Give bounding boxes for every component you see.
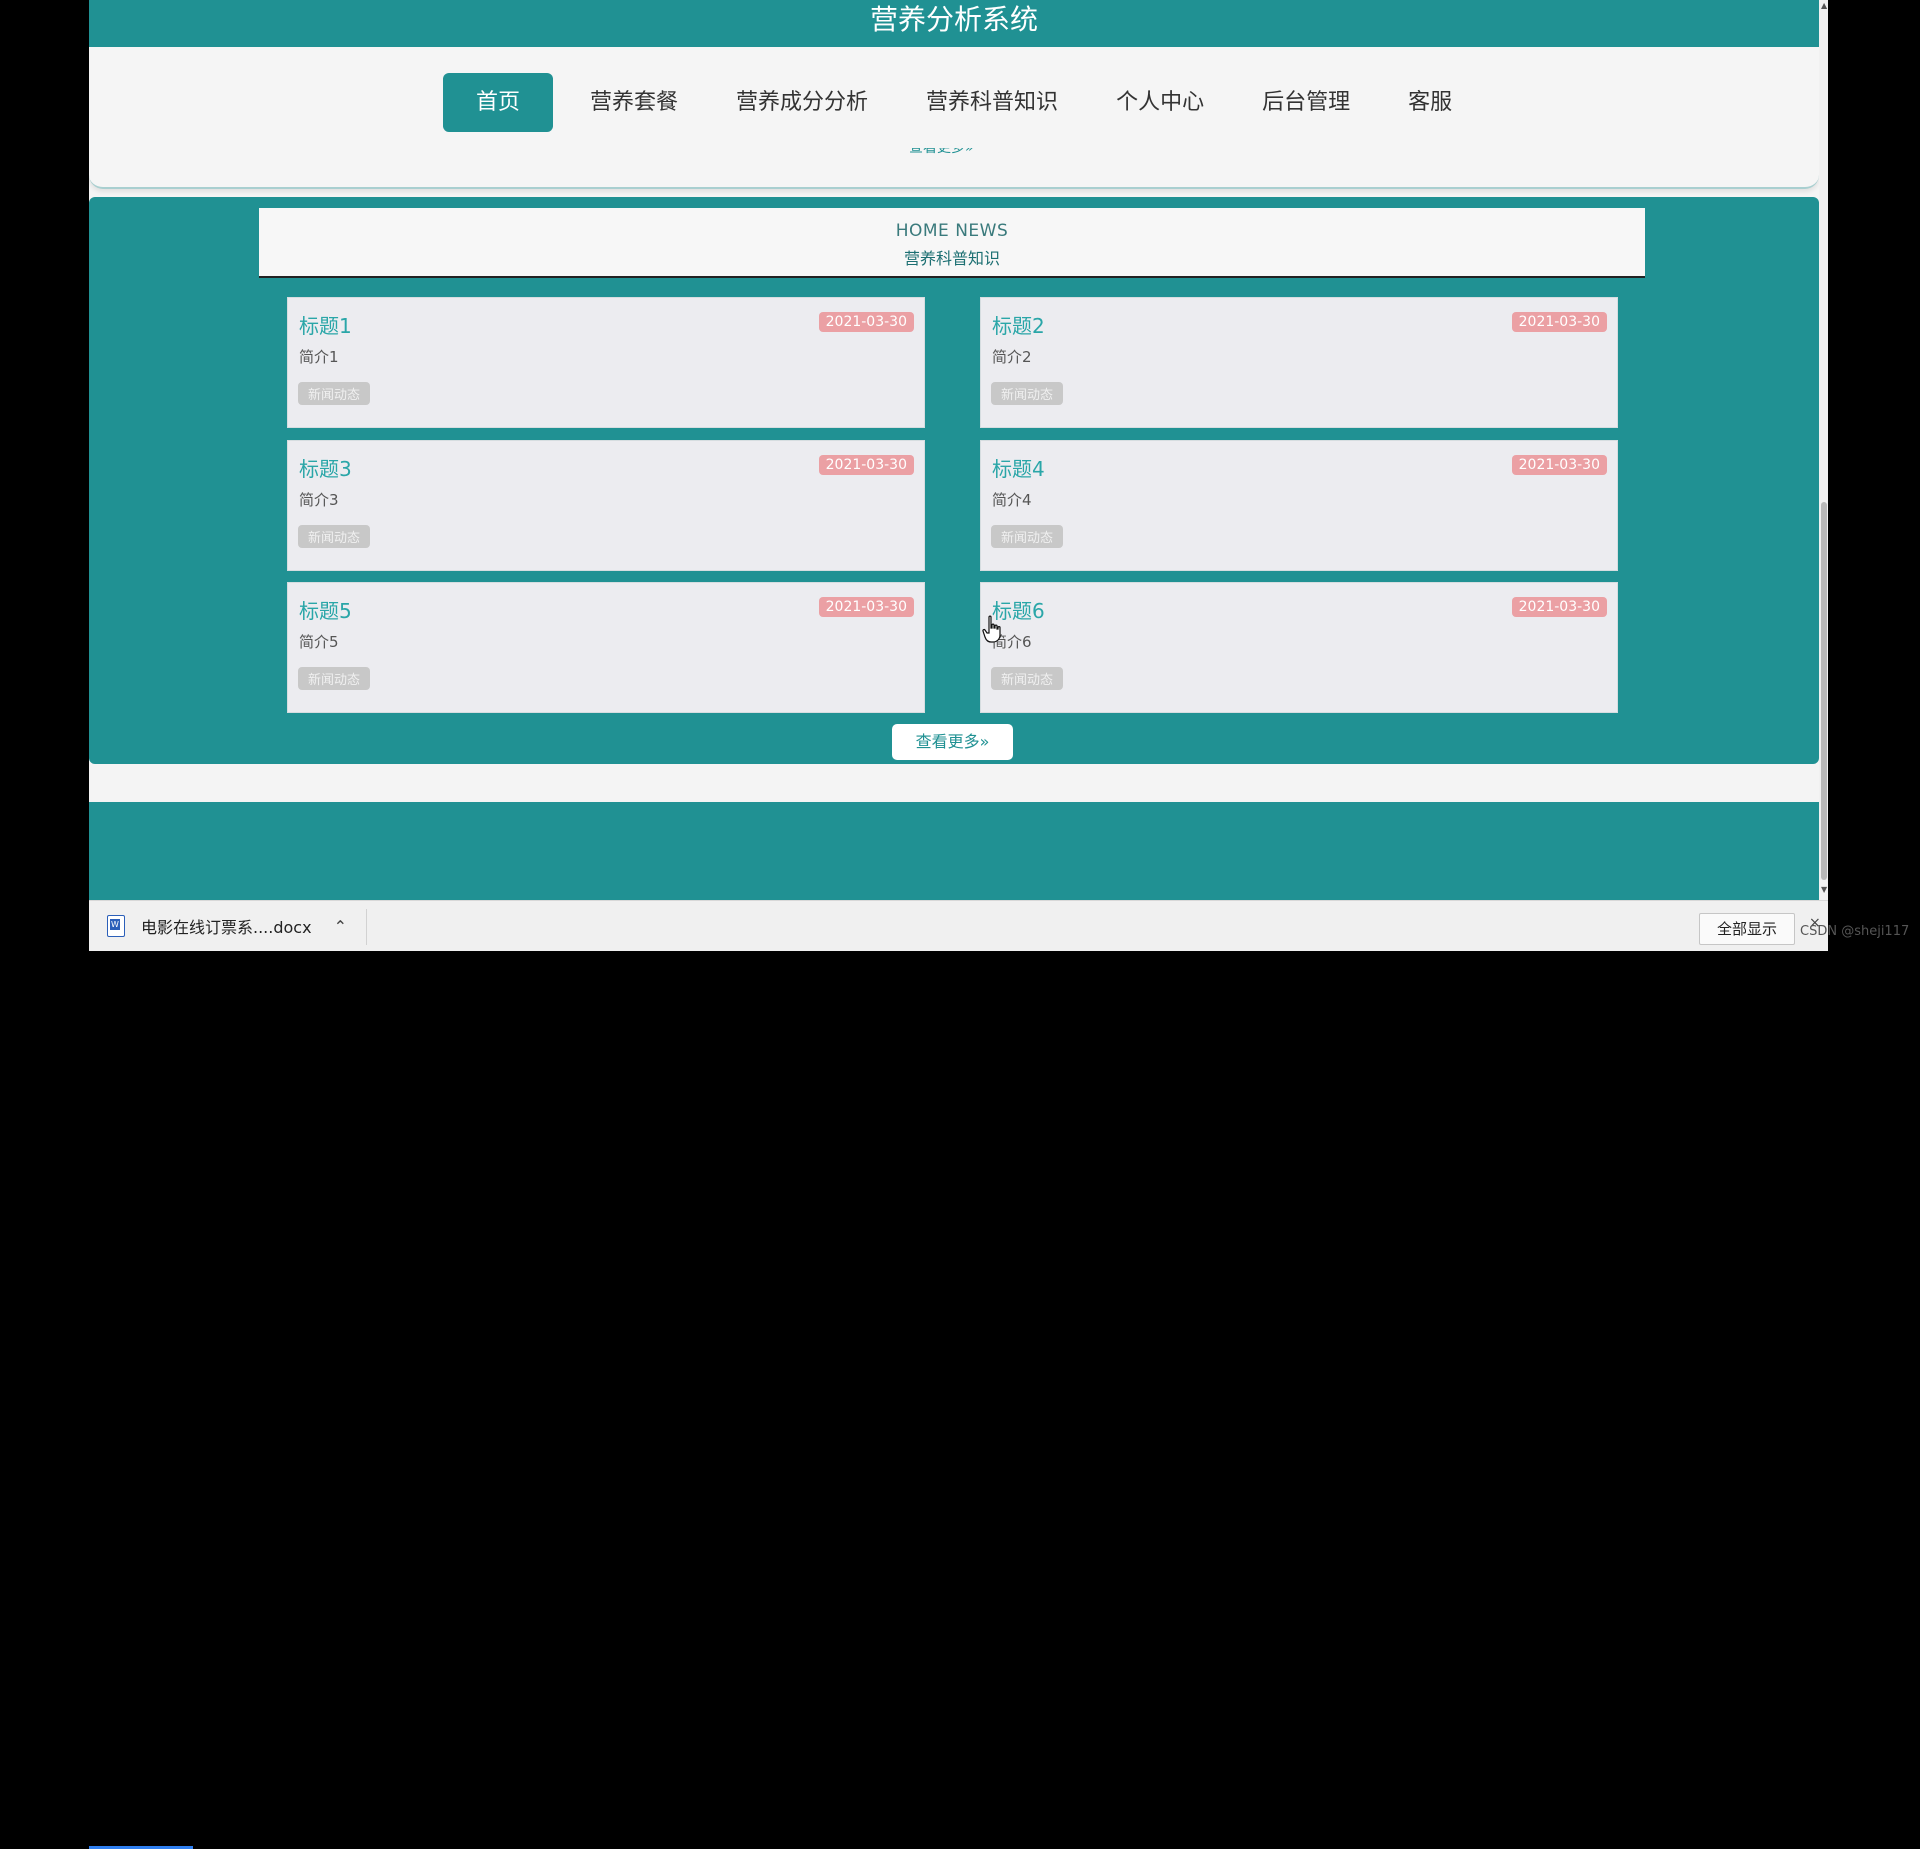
divider [366, 909, 367, 945]
news-header: HOME NEWS 营养科普知识 [259, 208, 1645, 278]
news-card-intro: 简介3 [299, 491, 339, 509]
news-card-title[interactable]: 标题3 [299, 453, 352, 482]
news-card-date: 2021-03-30 [1511, 597, 1607, 617]
chevron-up-icon[interactable]: ⌃ [334, 917, 347, 936]
site-title-bar: 营养分析系统 [89, 0, 1819, 47]
site-title: 营养分析系统 [869, 3, 1038, 36]
footer [89, 802, 1819, 900]
nav-item-admin[interactable]: 后台管理 [1233, 73, 1379, 132]
news-card-date: 2021-03-30 [818, 312, 914, 332]
nav-card: 首页 营养套餐 营养成分分析 营养科普知识 个人中心 后台管理 客服 查看更多» [89, 47, 1819, 189]
news-card-intro: 简介4 [992, 491, 1032, 509]
nav-item-personal-center[interactable]: 个人中心 [1087, 73, 1233, 132]
news-card-tag: 新闻动态 [991, 382, 1064, 405]
news-card-date: 2021-03-30 [1511, 312, 1607, 332]
nav-item-customer-service[interactable]: 客服 [1379, 73, 1481, 132]
scroll-up-arrow-icon[interactable]: ▲ [1821, 1, 1827, 10]
news-section: HOME NEWS 营养科普知识 标题1 2021-03-30 简介1 新闻动态… [89, 197, 1819, 764]
scroll-down-arrow-icon[interactable]: ▼ [1821, 885, 1827, 894]
show-all-button[interactable]: 全部显示 [1699, 913, 1795, 945]
news-card-tag: 新闻动态 [298, 525, 371, 548]
download-item[interactable]: 电影在线订票系....docx ⌃ [107, 911, 347, 941]
news-header-en: HOME NEWS [895, 221, 1009, 241]
news-card-date: 2021-03-30 [818, 597, 914, 617]
news-card-title[interactable]: 标题2 [992, 310, 1045, 339]
download-bar: 电影在线订票系....docx ⌃ 全部显示 × [89, 900, 1828, 1849]
news-card[interactable]: 标题1 2021-03-30 简介1 新闻动态 [287, 297, 925, 428]
news-header-cn: 营养科普知识 [903, 249, 1000, 268]
word-document-icon [107, 915, 125, 937]
news-card-tag: 新闻动态 [298, 382, 371, 405]
nav-item-packages[interactable]: 营养套餐 [561, 73, 707, 132]
news-card[interactable]: 标题5 2021-03-30 简介5 新闻动态 [287, 582, 925, 713]
news-card-date: 2021-03-30 [818, 455, 914, 475]
news-card-intro: 简介2 [992, 348, 1032, 366]
view-more-button[interactable]: 查看更多» [892, 724, 1013, 760]
news-card-title[interactable]: 标题1 [299, 310, 352, 339]
news-card-title[interactable]: 标题5 [299, 595, 352, 624]
news-card[interactable]: 标题2 2021-03-30 简介2 新闻动态 [980, 297, 1618, 428]
news-card-tag: 新闻动态 [991, 525, 1064, 548]
news-card-tag: 新闻动态 [991, 667, 1064, 690]
nav-item-nutrient-analysis[interactable]: 营养成分分析 [707, 73, 897, 132]
main-nav: 首页 营养套餐 营养成分分析 营养科普知识 个人中心 后台管理 客服 [443, 73, 1481, 132]
news-card-tag: 新闻动态 [298, 667, 371, 690]
partial-more-link[interactable]: 查看更多» [909, 148, 974, 157]
nav-item-knowledge[interactable]: 营养科普知识 [897, 73, 1087, 132]
page: 营养分析系统 首页 营养套餐 营养成分分析 营养科普知识 个人中心 后台管理 客… [89, 0, 1819, 900]
news-card[interactable]: 标题6 2021-03-30 简介6 新闻动态 [980, 582, 1618, 713]
news-card-intro: 简介5 [299, 633, 339, 651]
news-card-title[interactable]: 标题4 [992, 453, 1045, 482]
hand-cursor-icon [982, 615, 1001, 643]
news-card-intro: 简介1 [299, 348, 339, 366]
news-card[interactable]: 标题3 2021-03-30 简介3 新闻动态 [287, 440, 925, 571]
nav-item-home[interactable]: 首页 [443, 73, 554, 132]
download-file-name[interactable]: 电影在线订票系....docx [141, 914, 312, 938]
news-card[interactable]: 标题4 2021-03-30 简介4 新闻动态 [980, 440, 1618, 571]
scrollbar-thumb[interactable] [1821, 502, 1827, 880]
watermark: CSDN @sheji117 [1800, 924, 1910, 939]
news-card-date: 2021-03-30 [1511, 455, 1607, 475]
